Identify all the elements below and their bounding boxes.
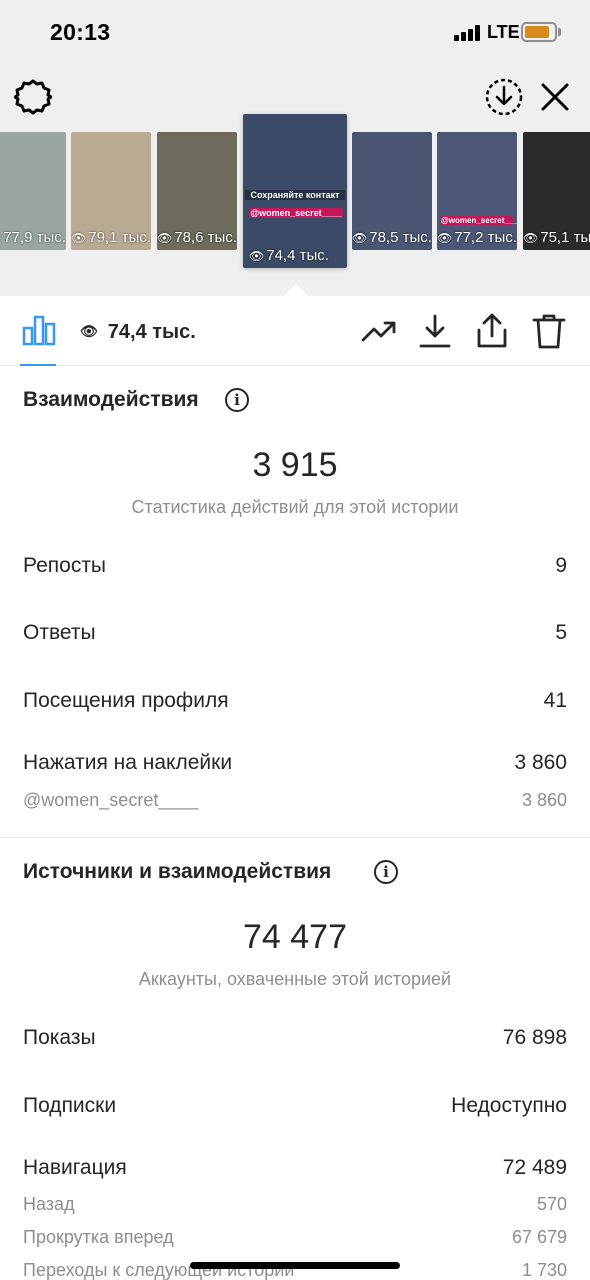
interactions-title: Взаимодействия — [23, 388, 199, 411]
thumbnail-views: 👁77,9 тыс. — [0, 229, 66, 246]
story-thumbnail[interactable]: 👁 78,5 тыс. — [352, 132, 432, 250]
views-count: 👁 74,4 тыс. — [80, 321, 196, 343]
trash-icon[interactable] — [530, 312, 568, 350]
row-value-profile-visits: 41 — [543, 689, 567, 712]
story-thumbnails: 👁77,9 тыс. 👁79,1 тыс. 👁78,6 тыс. Сохраня… — [0, 114, 590, 272]
sticker-mention-label: @women_secret____ — [23, 790, 199, 810]
share-icon[interactable] — [473, 312, 511, 350]
nav-back-value: 570 — [536, 1194, 567, 1214]
thumbnail-views: 👁 79,1 тыс. — [71, 229, 151, 246]
story-thumbnail[interactable]: 👁 79,1 тыс. — [71, 132, 151, 250]
thumbnail-mention: @women_secret____ — [441, 216, 517, 225]
nav-back-label: Назад — [23, 1194, 75, 1214]
row-value-follows: Недоступно — [451, 1094, 567, 1117]
thumbnail-views: 👁 78,5 тыс. — [352, 229, 432, 246]
story-thumbnail[interactable]: 👁77,9 тыс. — [0, 132, 66, 250]
story-thumbnail[interactable]: 👁75,1 тыс. — [523, 132, 590, 250]
story-strip-area: 20:13 LTE 👁77,9 тыс. 👁79,1 тыс. 👁78,6 ты… — [0, 0, 590, 298]
row-label-reposts: Репосты — [23, 554, 107, 577]
sticker-mention-value: 3 860 — [521, 790, 567, 810]
row-value-sticker-taps: 3 860 — [514, 751, 567, 774]
thumbnail-views: 👁 77,2 тыс. — [437, 229, 517, 246]
signal-icon — [454, 25, 482, 41]
row-label-navigation: Навигация — [23, 1156, 127, 1179]
row-value-navigation: 72 489 — [502, 1156, 567, 1179]
story-thumbnail-selected[interactable]: Сохраняйте контакт @women_secret____ 👁 74… — [243, 114, 347, 268]
info-icon[interactable]: i — [225, 388, 249, 412]
thumbnail-caption: Сохраняйте контакт — [245, 190, 345, 200]
gear-icon[interactable] — [14, 78, 52, 116]
thumbnail-mention: @women_secret____ — [249, 208, 343, 218]
close-icon[interactable] — [538, 80, 572, 114]
nav-forward-label: Прокрутка вперед — [23, 1227, 174, 1247]
thumbnail-views: 👁 78,6 тыс. — [157, 229, 237, 246]
interactions-total: 3 915 — [252, 446, 338, 484]
network-label: LTE — [487, 22, 520, 42]
row-value-reposts: 9 — [555, 554, 567, 577]
row-label-replies: Ответы — [23, 621, 96, 644]
info-icon[interactable]: i — [374, 860, 398, 884]
eye-icon: 👁 — [80, 323, 98, 339]
active-tab-indicator — [20, 364, 56, 366]
trending-icon[interactable] — [360, 312, 398, 350]
row-label-impressions: Показы — [23, 1026, 96, 1049]
download-icon[interactable] — [416, 312, 454, 350]
story-thumbnail[interactable]: @women_secret____ 👁 77,2 тыс. — [437, 132, 517, 250]
status-bar: 20:13 LTE — [0, 0, 590, 64]
battery-tip — [558, 28, 561, 36]
row-label-profile-visits: Посещения профиля — [23, 689, 229, 712]
story-thumbnail[interactable]: 👁 78,6 тыс. — [157, 132, 237, 250]
discovery-caption: Аккаунты, охваченные этой историей — [138, 969, 452, 989]
status-time: 20:13 — [50, 19, 111, 45]
battery-icon — [521, 22, 557, 42]
row-value-replies: 5 — [555, 621, 567, 644]
insights-toolbar: 👁 74,4 тыс. — [0, 296, 590, 366]
thumbnail-views: 👁 74,4 тыс. — [249, 247, 329, 264]
discovery-total: 74 477 — [243, 918, 347, 956]
thumbnail-views: 👁75,1 тыс. — [523, 229, 590, 246]
interactions-caption: Статистика действий для этой истории — [131, 497, 459, 517]
discovery-title: Источники и взаимодействия — [23, 860, 332, 883]
row-label-sticker-taps: Нажатия на наклейки — [23, 751, 233, 774]
row-label-follows: Подписки — [23, 1094, 117, 1117]
nav-next-story-value: 1 730 — [521, 1260, 567, 1280]
nav-forward-value: 67 679 — [511, 1227, 567, 1247]
section-divider — [0, 837, 590, 838]
row-value-impressions: 76 898 — [502, 1026, 567, 1049]
bar-chart-icon[interactable] — [22, 314, 56, 346]
home-indicator[interactable] — [190, 1262, 400, 1269]
save-story-icon[interactable] — [484, 77, 524, 117]
